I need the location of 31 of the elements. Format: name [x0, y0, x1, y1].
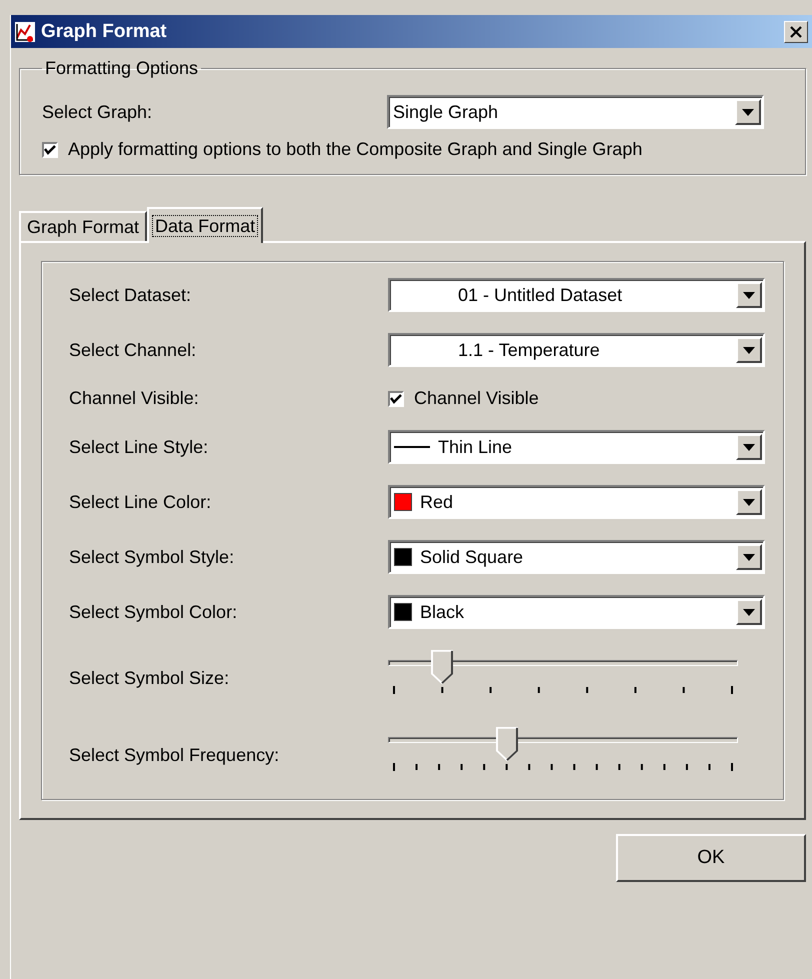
checkbox-label[interactable]: Channel Visible — [414, 388, 539, 409]
dropdown[interactable]: Black — [388, 595, 765, 629]
slider-thumb[interactable] — [496, 727, 518, 761]
close-button[interactable] — [784, 20, 808, 42]
tab[interactable]: Data Format — [147, 207, 264, 243]
tab[interactable]: Graph Format — [19, 211, 148, 241]
window-title: Graph Format — [41, 20, 168, 42]
dropdown[interactable]: Thin Line — [388, 430, 765, 464]
close-icon — [789, 26, 803, 38]
dropdown[interactable]: 1.1 - Temperature — [388, 333, 765, 367]
field-label: Select Line Color: — [69, 492, 212, 512]
field-label: Select Symbol Frequency: — [69, 744, 280, 766]
checkbox[interactable] — [388, 390, 404, 406]
field-label: Select Graph: — [42, 102, 154, 122]
field-label: Select Symbol Size: — [69, 668, 230, 688]
field-label: Select Channel: — [69, 340, 198, 360]
field-label: Select Line Style: — [69, 436, 210, 458]
checkbox-label[interactable]: Apply formatting options to both the Composite Graph and Single Graph — [68, 139, 642, 160]
dropdown[interactable]: Single Graph — [387, 95, 764, 129]
chart-icon — [15, 22, 35, 42]
dropdown[interactable]: Solid Square — [388, 540, 765, 574]
slider-thumb[interactable] — [431, 650, 454, 684]
field-label: Channel Visible: — [69, 388, 200, 409]
dropdown[interactable]: Red — [388, 485, 765, 519]
ok-button[interactable]: OK — [616, 834, 806, 882]
field-label: Select Symbol Style: — [69, 546, 236, 568]
field-label: Select Dataset: — [69, 284, 192, 306]
dropdown[interactable]: 01 - Untitled Dataset — [388, 278, 765, 312]
checkbox[interactable] — [42, 142, 58, 158]
group-title: Formatting Options — [44, 58, 200, 79]
field-label: Select Symbol Color: — [69, 602, 238, 622]
